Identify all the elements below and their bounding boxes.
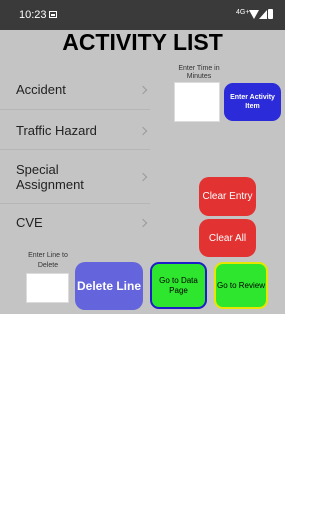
activity-label: Accident <box>16 82 66 97</box>
activity-item-accident[interactable]: Accident <box>0 68 150 110</box>
delete-line-input[interactable] <box>26 273 69 303</box>
time-input-label: Enter Time in Minutes <box>178 65 220 80</box>
activity-item-special-assignment[interactable]: Special Assignment <box>0 150 150 204</box>
image-notification-icon <box>49 11 57 18</box>
status-bar: 10:23 4G+ <box>0 0 285 30</box>
go-to-review-button[interactable]: Go to Review <box>214 262 268 309</box>
network-type-label: 4G+ <box>236 9 250 16</box>
clear-entry-button[interactable]: Clear Entry <box>199 177 256 216</box>
chevron-right-icon <box>138 172 148 182</box>
page-title: ACTIVITY LIST <box>62 29 223 55</box>
activity-item-traffic-hazard[interactable]: Traffic Hazard <box>0 110 150 150</box>
status-time: 10:23 <box>19 9 47 21</box>
delete-line-button[interactable]: Delete Line <box>75 262 143 310</box>
activity-label: Traffic Hazard <box>16 123 97 138</box>
phone-screen: 10:23 4G+ ACTIVITY LIST Accident Traffic… <box>0 0 285 512</box>
empty-area <box>0 314 285 512</box>
chevron-right-icon <box>138 126 148 136</box>
enter-activity-item-button[interactable]: Enter Activity Item <box>224 83 281 121</box>
clear-all-button[interactable]: Clear All <box>199 219 256 257</box>
activity-list-screen: ACTIVITY LIST Accident Traffic Hazard Sp… <box>0 30 285 314</box>
battery-icon <box>268 9 273 19</box>
go-to-data-page-button[interactable]: Go to Data Page <box>150 262 207 309</box>
activity-item-cve[interactable]: CVE <box>0 204 150 240</box>
cell-signal-icon <box>259 10 267 19</box>
activity-label: CVE <box>16 215 43 230</box>
activity-label: Special Assignment <box>16 162 84 192</box>
chevron-right-icon <box>138 85 148 95</box>
wifi-icon <box>249 10 259 19</box>
line-input-label: Enter Line to Delete <box>28 252 68 269</box>
time-minutes-input[interactable] <box>174 82 220 122</box>
chevron-right-icon <box>138 218 148 228</box>
